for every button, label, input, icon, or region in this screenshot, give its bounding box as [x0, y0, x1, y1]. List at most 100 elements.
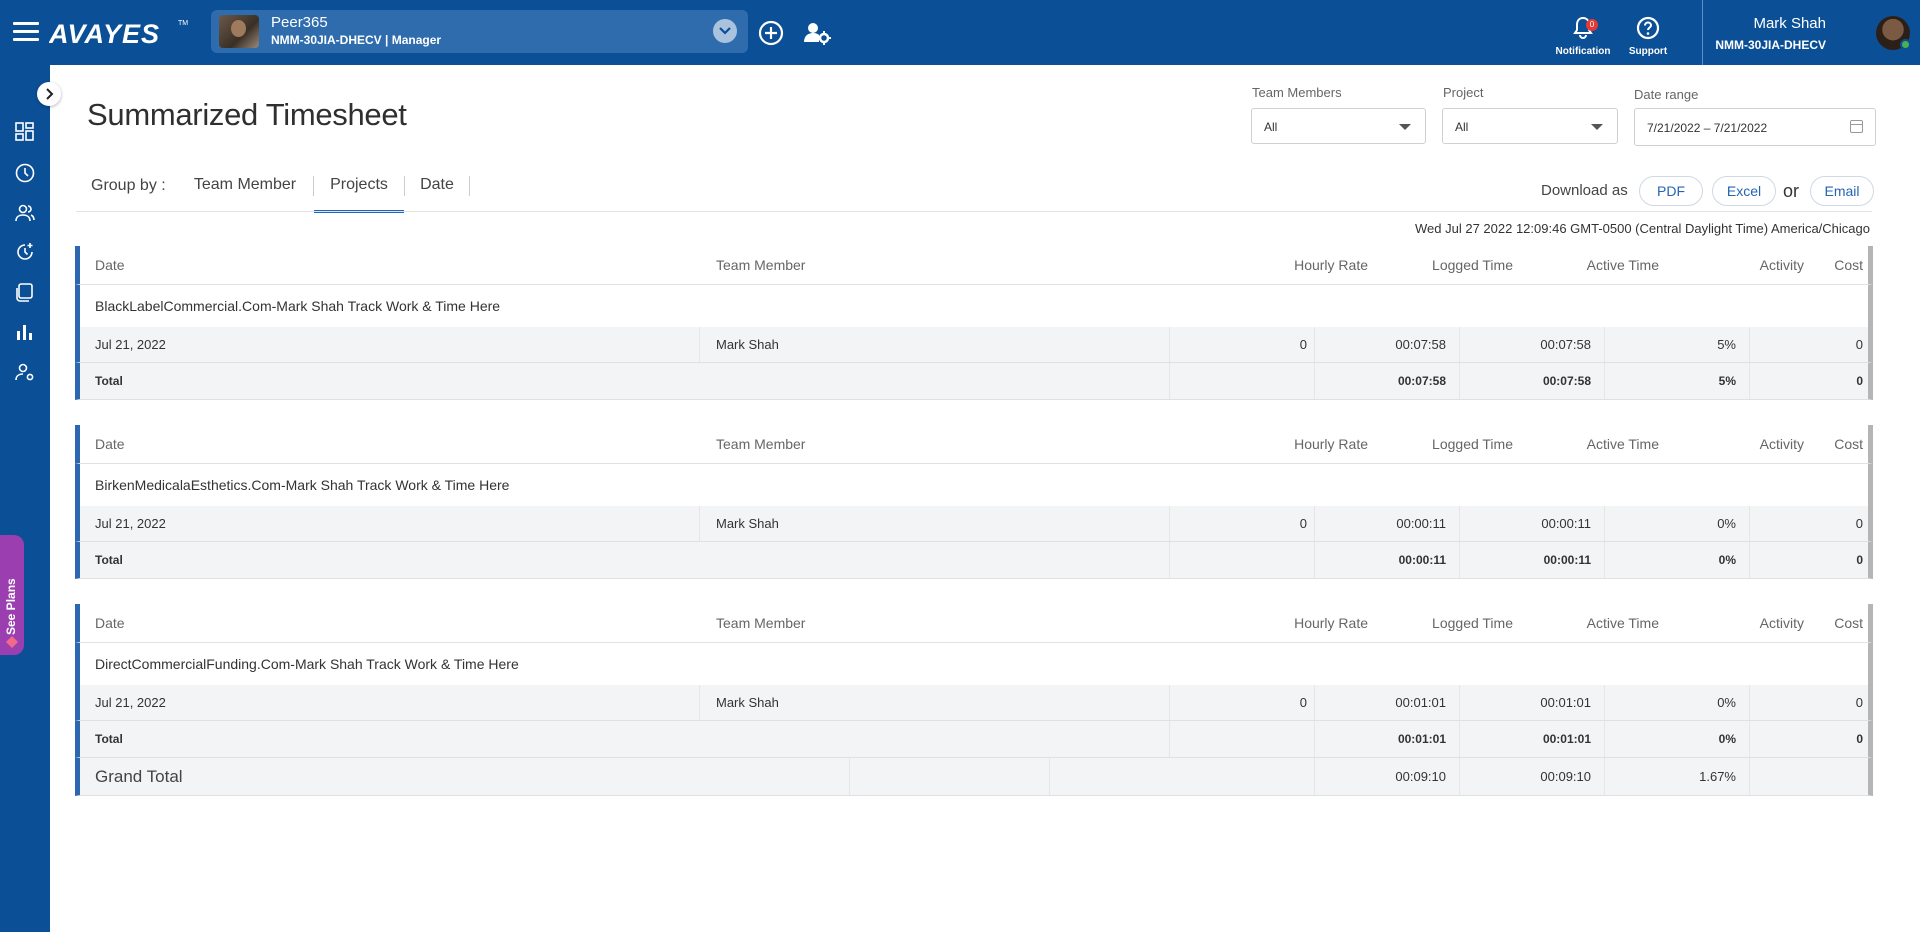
total-cost: 0	[1856, 732, 1863, 746]
workspace-subtitle: NMM-30JIA-DHECV | Manager	[271, 33, 442, 47]
project-name: BirkenMedicalaEsthetics.Com-Mark Shah Tr…	[95, 477, 510, 493]
tab-separator	[469, 176, 470, 196]
support-button[interactable]: Support	[1620, 14, 1676, 60]
col-logged-time: Logged Time	[1432, 615, 1513, 631]
total-label: Total	[80, 363, 1170, 399]
caret-down-icon	[1591, 124, 1603, 130]
project-row: BirkenMedicalaEsthetics.Com-Mark Shah Tr…	[75, 464, 1873, 506]
col-logged-time: Logged Time	[1432, 436, 1513, 452]
cell-active: 00:01:01	[1460, 685, 1605, 720]
col-activity: Activity	[1759, 257, 1804, 273]
project-group-table: Date Team Member Hourly Rate Logged Time…	[75, 246, 1873, 400]
notification-badge: 0	[1586, 19, 1598, 31]
total-row: Total 00:07:58 00:07:58 5% 0	[75, 363, 1873, 400]
date-range-label: Date range	[1634, 87, 1699, 102]
total-label: Total	[80, 721, 1170, 757]
notification-label: Notification	[1555, 46, 1611, 57]
cell-rate: 0	[1170, 327, 1315, 362]
support-label: Support	[1628, 46, 1668, 57]
notification-button[interactable]: 0 Notification	[1548, 14, 1618, 60]
cell-member: Mark Shah	[700, 327, 1170, 362]
team-members-label: Team Members	[1252, 85, 1342, 100]
see-plans-label: See Plans	[4, 578, 18, 635]
col-hourly-rate: Hourly Rate	[1294, 436, 1368, 452]
cell-cost: 0	[1855, 516, 1863, 531]
diamond-icon	[6, 636, 18, 648]
top-bar: AVAYES TM Peer365 NMM-30JIA-DHECV | Mana…	[0, 0, 1920, 65]
clock-icon[interactable]	[14, 162, 36, 184]
calendar-icon[interactable]	[1850, 120, 1863, 133]
reports-icon[interactable]	[14, 321, 36, 343]
timer-icon[interactable]	[14, 241, 36, 263]
or-label: or	[1783, 181, 1800, 201]
pdf-button[interactable]: PDF	[1639, 176, 1703, 206]
logo-trademark: TM	[178, 20, 188, 27]
total-cost: 0	[1856, 374, 1863, 388]
project-group-table: Date Team Member Hourly Rate Logged Time…	[75, 425, 1873, 579]
email-button[interactable]: Email	[1810, 176, 1874, 206]
col-logged-time: Logged Time	[1432, 257, 1513, 273]
project-name: DirectCommercialFunding.Com-Mark Shah Tr…	[95, 656, 519, 672]
total-active: 00:07:58	[1460, 363, 1605, 399]
cell-rate: 0	[1170, 685, 1315, 720]
workspace-name: Peer365	[271, 14, 328, 31]
grand-total-active: 00:09:10	[1460, 758, 1605, 795]
workspace-switcher[interactable]: Peer365 NMM-30JIA-DHECV | Manager	[211, 10, 748, 53]
tabs-underline	[76, 211, 1872, 212]
avayes-logo[interactable]: AVAYES TM	[49, 17, 189, 49]
cell-date: Jul 21, 2022	[80, 327, 700, 362]
col-cost: Cost	[1834, 436, 1863, 452]
cell-logged: 00:00:11	[1315, 506, 1460, 541]
cell-member: Mark Shah	[700, 506, 1170, 541]
date-range-picker[interactable]: 7/21/2022 – 7/21/2022	[1634, 108, 1876, 146]
total-row: Total 00:00:11 00:00:11 0% 0	[75, 542, 1873, 579]
cell-rate: 0	[1170, 506, 1315, 541]
see-plans-tab[interactable]: See Plans	[0, 535, 24, 655]
team-icon[interactable]	[14, 202, 36, 224]
total-active: 00:00:11	[1460, 542, 1605, 578]
page-title: Summarized Timesheet	[87, 97, 407, 132]
excel-button[interactable]: Excel	[1712, 176, 1776, 206]
cell-active: 00:00:11	[1460, 506, 1605, 541]
cell-cost: 0	[1855, 337, 1863, 352]
total-logged: 00:01:01	[1315, 721, 1460, 757]
cell-logged: 00:01:01	[1315, 685, 1460, 720]
cell-activity: 0%	[1605, 506, 1750, 541]
dashboard-icon[interactable]	[14, 121, 36, 143]
col-team-member: Team Member	[716, 615, 806, 631]
col-activity: Activity	[1759, 436, 1804, 452]
col-hourly-rate: Hourly Rate	[1294, 615, 1368, 631]
topbar-divider	[1702, 0, 1703, 65]
project-select[interactable]: All	[1442, 108, 1618, 144]
sidebar-expand-button[interactable]	[37, 82, 61, 106]
team-members-select[interactable]: All	[1251, 108, 1426, 144]
grand-total-activity: 1.67%	[1605, 758, 1750, 795]
grand-total-row: Grand Total 00:09:10 00:09:10 1.67%	[75, 758, 1873, 796]
total-label: Total	[80, 542, 1170, 578]
total-activity: 0%	[1605, 721, 1750, 757]
user-name: Mark Shah	[1753, 15, 1826, 32]
tab-date[interactable]: Date	[408, 165, 466, 213]
team-members-value: All	[1264, 120, 1278, 134]
grand-total-spacer	[1050, 758, 1315, 795]
total-activity: 0%	[1605, 542, 1750, 578]
tab-team-member[interactable]: Team Member	[186, 165, 304, 213]
logo-text: AVAYES	[49, 19, 160, 49]
tab-projects[interactable]: Projects	[314, 165, 404, 213]
table-header-row: Date Team Member Hourly Rate Logged Time…	[75, 604, 1873, 643]
chevron-down-icon[interactable]	[713, 19, 737, 43]
col-date: Date	[95, 615, 125, 631]
table-row: Jul 21, 2022 Mark Shah 0 00:01:01 00:01:…	[75, 685, 1873, 721]
user-settings-icon[interactable]	[803, 20, 831, 46]
col-cost: Cost	[1834, 257, 1863, 273]
total-row: Total 00:01:01 00:01:01 0% 0	[75, 721, 1873, 758]
menu-icon[interactable]	[13, 22, 39, 42]
report-timestamp: Wed Jul 27 2022 12:09:46 GMT-0500 (Centr…	[1415, 221, 1870, 236]
caret-down-icon	[1399, 124, 1411, 130]
user-manage-icon[interactable]	[14, 361, 36, 383]
col-date: Date	[95, 436, 125, 452]
online-status-dot	[1900, 39, 1911, 50]
add-circle-icon[interactable]	[758, 20, 784, 46]
col-cost: Cost	[1834, 615, 1863, 631]
projects-icon[interactable]	[14, 281, 36, 303]
